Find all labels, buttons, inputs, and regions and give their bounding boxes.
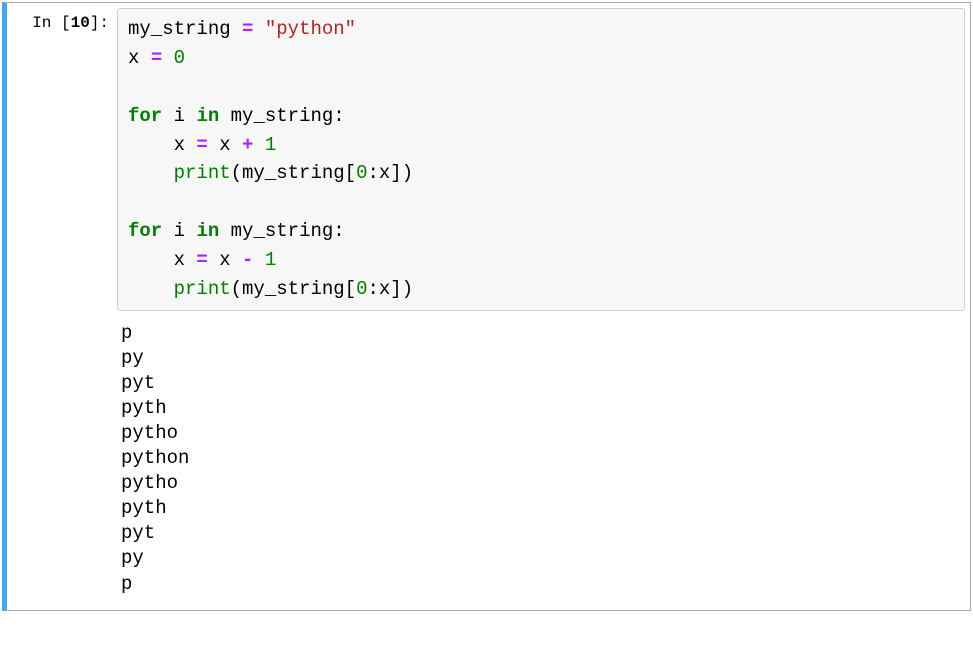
code-token: 0 [356, 162, 367, 184]
notebook-cell: In [10]: my_string = "python" x = 0 for … [2, 2, 971, 611]
code-token: in [196, 220, 219, 242]
code-token: print [174, 162, 231, 184]
code-token: [ [345, 162, 356, 184]
code-token: ) [402, 162, 413, 184]
code-token: 1 [265, 249, 276, 271]
code-token: : [333, 105, 344, 127]
code-token: my_string [231, 105, 334, 127]
code-token: 0 [174, 47, 185, 69]
code-token: 0 [356, 278, 367, 300]
code-token: ] [390, 162, 401, 184]
code-token [128, 134, 174, 156]
code-token [231, 249, 242, 271]
cell-content: my_string = "python" x = 0 for i in my_s… [117, 8, 965, 605]
code-token [128, 162, 174, 184]
code-token: : [333, 220, 344, 242]
code-token [208, 134, 219, 156]
code-token: my_string [242, 278, 345, 300]
code-token: "python" [265, 18, 356, 40]
input-prompt: In [10]: [7, 8, 117, 605]
code-token [253, 249, 264, 271]
code-token [185, 105, 196, 127]
code-token: for [128, 220, 162, 242]
code-token: x [379, 162, 390, 184]
code-token: - [242, 249, 253, 271]
code-token: in [196, 105, 219, 127]
code-token [231, 134, 242, 156]
code-token: = [196, 134, 207, 156]
code-token: : [367, 162, 378, 184]
code-token: x [219, 249, 230, 271]
code-token [162, 105, 173, 127]
code-token [185, 134, 196, 156]
code-token: : [367, 278, 378, 300]
code-token: my_string [231, 220, 334, 242]
code-token: x [379, 278, 390, 300]
prompt-label: In [10]: [32, 14, 109, 32]
code-token: for [128, 105, 162, 127]
code-token: x [174, 134, 185, 156]
code-token: print [174, 278, 231, 300]
code-token: ( [231, 278, 242, 300]
code-token [219, 220, 230, 242]
code-token: ( [231, 162, 242, 184]
code-token: = [196, 249, 207, 271]
code-token [128, 191, 174, 213]
code-token: 1 [265, 134, 276, 156]
code-token [185, 220, 196, 242]
code-token [128, 278, 174, 300]
code-token [162, 220, 173, 242]
code-token [231, 18, 242, 40]
code-token: x [219, 134, 230, 156]
code-token [162, 47, 173, 69]
code-token [128, 249, 174, 271]
code-token [253, 134, 264, 156]
code-token [219, 105, 230, 127]
cell-output: p py pyt pyth pytho python pytho pyth py… [117, 311, 965, 605]
code-token: i [174, 220, 185, 242]
code-token: my_string [128, 18, 231, 40]
code-token: + [242, 134, 253, 156]
code-token: ] [390, 278, 401, 300]
code-token: = [151, 47, 162, 69]
code-token [253, 18, 264, 40]
code-token: my_string [242, 162, 345, 184]
code-token [208, 249, 219, 271]
code-token: x [128, 47, 139, 69]
code-input-area[interactable]: my_string = "python" x = 0 for i in my_s… [117, 8, 965, 311]
code-token: = [242, 18, 253, 40]
code-token [139, 47, 150, 69]
code-token [185, 249, 196, 271]
code-token: x [174, 249, 185, 271]
code-token: [ [345, 278, 356, 300]
code-token: i [174, 105, 185, 127]
code-token: ) [402, 278, 413, 300]
